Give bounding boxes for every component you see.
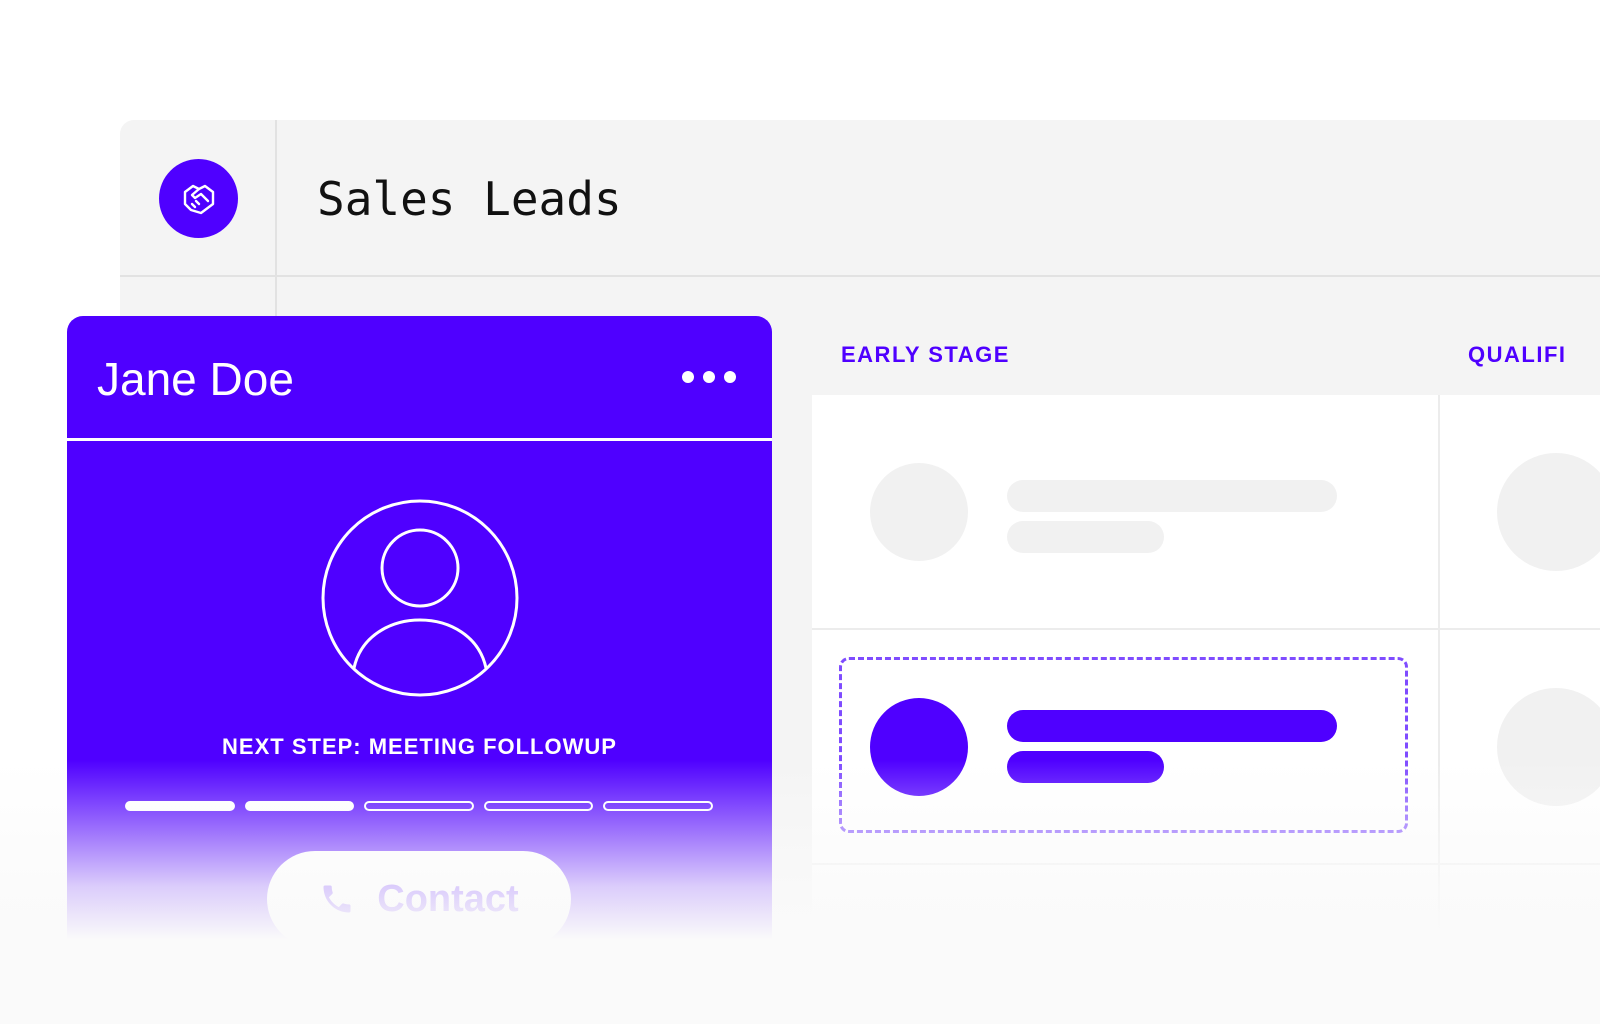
column-header-early-stage: EARLY STAGE (841, 342, 1010, 367)
progress-segment-pending (483, 801, 594, 811)
placeholder-line (1007, 521, 1164, 553)
phone-icon (323, 885, 351, 913)
header-divider-vertical (275, 120, 277, 320)
header-divider (120, 275, 1600, 277)
progress-segment-complete (125, 801, 235, 811)
more-options-button[interactable] (682, 371, 736, 383)
column-divider (1438, 395, 1440, 935)
page-title: Sales Leads (317, 172, 622, 226)
handshake-icon (183, 184, 214, 214)
lead-title-bar (1007, 710, 1337, 742)
column-header-qualified: QUALIFI (1468, 342, 1567, 367)
progress-segment-pending (364, 801, 474, 811)
lead-card[interactable]: Jane Doe NEXT STEP: MEETING FOLLOWUP Con… (67, 316, 772, 956)
contact-button[interactable]: Contact (267, 851, 571, 947)
placeholder-line (1007, 480, 1337, 512)
more-horizontal-icon (682, 371, 694, 383)
progress-segment-pending (603, 801, 713, 811)
progress-segment-complete (244, 801, 355, 811)
row-divider (812, 628, 1600, 630)
card-divider (67, 438, 772, 441)
row-divider (812, 863, 1600, 865)
lead-subtitle-bar (1007, 751, 1164, 783)
lead-name: Jane Doe (97, 353, 294, 405)
placeholder-avatar (870, 463, 968, 561)
user-avatar-icon (321, 499, 519, 697)
next-step-label: NEXT STEP: MEETING FOLLOWUP (222, 734, 617, 759)
progress-bar (125, 801, 713, 811)
app-logo (159, 159, 238, 238)
lead-avatar (870, 698, 968, 796)
contact-button-label: Contact (377, 877, 519, 920)
